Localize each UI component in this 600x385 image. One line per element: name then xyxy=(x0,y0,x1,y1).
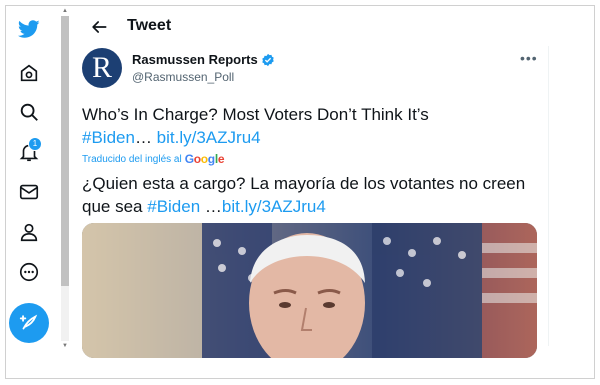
translation-hashtag-link[interactable]: #Biden xyxy=(147,197,200,216)
twitter-logo-button[interactable] xyxy=(12,12,46,46)
hashtag-link[interactable]: #Biden xyxy=(82,128,135,147)
avatar[interactable]: R xyxy=(82,48,122,88)
back-arrow-icon xyxy=(92,21,107,33)
sidebar-item-home[interactable] xyxy=(12,56,46,90)
scroll-up-arrow-icon[interactable]: ▲ xyxy=(62,8,68,14)
tweet-text-body: Who’s In Charge? Most Voters Don’t Think… xyxy=(82,105,429,124)
tweet-detail-column: Tweet R Rasmussen Reports @Rasmussen_Pol… xyxy=(72,6,552,378)
page-title: Tweet xyxy=(127,17,172,34)
back-button[interactable] xyxy=(88,16,110,38)
app-window: 1 ▲ ▼ Tweet R Rasmussen Reports @Rasmuss… xyxy=(5,5,595,379)
tweet-media-image[interactable] xyxy=(82,223,537,358)
twitter-bird-icon xyxy=(18,20,40,38)
search-icon xyxy=(20,103,38,121)
compose-tweet-button[interactable] xyxy=(9,303,49,343)
notification-count-badge: 1 xyxy=(28,137,42,151)
sidebar-item-notifications[interactable]: 1 xyxy=(12,135,46,169)
tweet-more-button[interactable]: ••• xyxy=(520,50,538,66)
translated-label: Traducido del inglés al xyxy=(82,153,182,165)
profile-icon xyxy=(20,223,38,242)
google-logo: Google xyxy=(184,152,225,166)
sidebar-nav: 1 xyxy=(6,6,54,378)
messages-mail-icon xyxy=(19,184,39,200)
scroll-thumb[interactable] xyxy=(61,16,69,286)
translation-url-link[interactable]: bit.ly/3AZJru4 xyxy=(222,197,326,216)
compose-tweet-icon xyxy=(19,314,38,330)
translation-attribution[interactable]: Traducido del inglés al Google xyxy=(82,152,225,166)
scroll-down-arrow-icon[interactable]: ▼ xyxy=(62,343,68,349)
author-name[interactable]: Rasmussen Reports xyxy=(132,52,258,67)
column-divider xyxy=(548,46,549,346)
translated-text: ¿Quien esta a cargo? La mayoría de los v… xyxy=(82,172,537,218)
tweet-ellipsis: … xyxy=(134,128,152,147)
sidebar-item-search[interactable] xyxy=(12,95,46,129)
sidebar-item-more[interactable] xyxy=(12,255,46,289)
translation-ellipsis: … xyxy=(200,197,222,216)
sidebar-item-profile[interactable] xyxy=(12,215,46,249)
tweet-header: Tweet xyxy=(72,6,552,46)
photo-illustration xyxy=(82,223,537,358)
author-handle[interactable]: @Rasmussen_Poll xyxy=(132,70,234,84)
url-link[interactable]: bit.ly/3AZJru4 xyxy=(157,128,261,147)
more-icon xyxy=(19,262,39,282)
scrollbar[interactable]: ▲ ▼ xyxy=(61,8,69,349)
author-name-row: Rasmussen Reports xyxy=(132,52,275,67)
sidebar-item-messages[interactable] xyxy=(12,175,46,209)
home-icon xyxy=(20,64,38,82)
verified-badge-icon xyxy=(262,53,274,66)
tweet-text: Who’s In Charge? Most Voters Don’t Think… xyxy=(82,103,537,149)
